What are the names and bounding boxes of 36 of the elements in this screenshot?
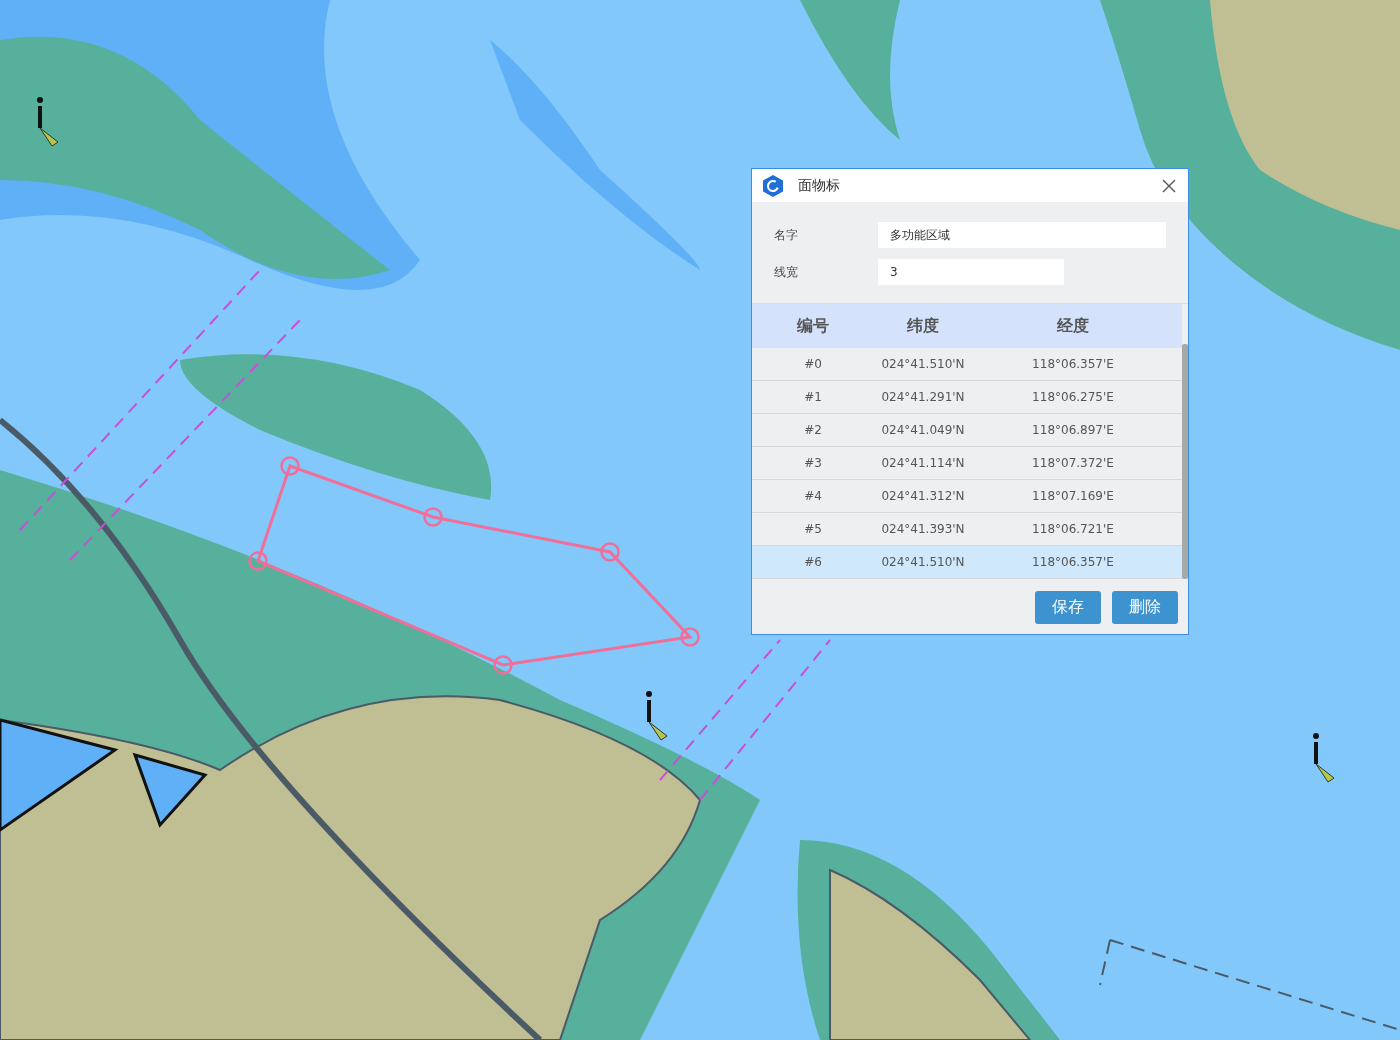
table-cell-text: 024°41.114'N <box>880 456 966 470</box>
table-cell-text: #5 <box>803 522 823 536</box>
table-cell-text: 118°06.897'E <box>1031 423 1115 437</box>
table-cell-text: 024°41.510'N <box>880 357 966 371</box>
buoy-icon <box>1313 733 1335 783</box>
table-cell-text: #3 <box>803 456 823 470</box>
table-cell-text: #4 <box>803 489 823 503</box>
table-cell-text: #0 <box>803 357 823 371</box>
table-row[interactable]: #6 024°41.510'N 118°06.357'E <box>752 546 1182 579</box>
input-field[interactable]: 多功能区域 <box>878 222 1166 248</box>
table-cell-text: 118°06.275'E <box>1031 390 1115 404</box>
table-cell-text: #6 <box>803 555 823 569</box>
table-cell-text: 118°06.357'E <box>1031 357 1115 371</box>
table-cell-text: 118°07.169'E <box>1031 489 1115 503</box>
table-cell-text: 118°07.372'E <box>1031 456 1115 470</box>
table-cell-text: 024°41.312'N <box>880 489 966 503</box>
column-header: 纬度 <box>906 315 940 337</box>
table-cell-text: 118°06.357'E <box>1031 555 1115 569</box>
table-cell-text: 118°06.721'E <box>1031 522 1115 536</box>
scrollbar[interactable] <box>1182 344 1188 579</box>
column-header: 编号 <box>796 315 830 337</box>
table-cell-text: 024°41.049'N <box>880 423 966 437</box>
field-label: 线宽 <box>774 263 799 281</box>
table-cell-text: 024°41.291'N <box>880 390 966 404</box>
close-icon <box>1162 178 1176 193</box>
buoy-icon <box>37 97 59 147</box>
table-cell-text: 024°41.510'N <box>880 555 966 569</box>
table-cell-text: #1 <box>803 390 823 404</box>
table-cell-text: #2 <box>803 423 823 437</box>
column-header: 经度 <box>1056 315 1090 337</box>
table-cell-text: 024°41.393'N <box>880 522 966 536</box>
field-label: 名字 <box>774 226 799 244</box>
dialog-title: 面物标 <box>798 176 841 195</box>
app-logo-icon <box>762 173 784 198</box>
input-field[interactable]: 3 <box>878 259 1064 285</box>
buoy-icon <box>646 691 668 741</box>
